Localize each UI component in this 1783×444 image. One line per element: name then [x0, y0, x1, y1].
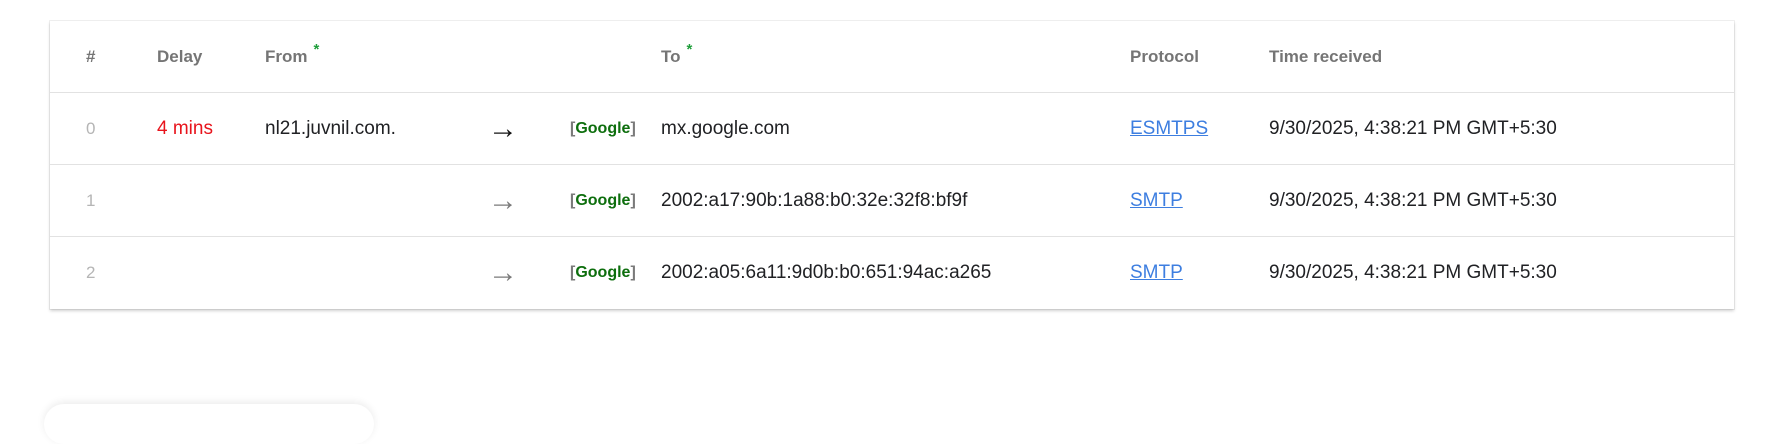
- header-from: From *: [265, 21, 319, 92]
- provider-badge: [Google]: [570, 165, 636, 236]
- badge-bracket-close: ]: [630, 264, 636, 281]
- hop-time-received: 9/30/2025, 4:38:21 PM GMT+5:30: [1269, 117, 1557, 139]
- received-headers-table: # Delay From * To * Protocol Time receiv…: [50, 21, 1734, 309]
- hop-protocol: SMTP: [1130, 165, 1183, 236]
- hop-index: 0: [86, 118, 96, 138]
- header-to-label: To: [661, 46, 681, 66]
- hop-index: 1: [86, 190, 96, 210]
- table-row: 0 4 mins nl21.juvnil.com. → [Google] mx.…: [50, 93, 1734, 165]
- right-arrow-icon: →: [488, 256, 518, 289]
- hop-index: 2: [86, 263, 96, 282]
- collapsed-panel-edge: [44, 404, 374, 444]
- badge-bracket-close: ]: [630, 119, 636, 137]
- hop-to: 2002:a17:90b:1a88:b0:32e:32f8:bf9f: [661, 189, 968, 211]
- protocol-link[interactable]: SMTP: [1130, 190, 1183, 212]
- header-number: #: [86, 46, 96, 66]
- badge-bracket-close: ]: [630, 191, 636, 209]
- provider-badge: [Google]: [570, 93, 636, 164]
- right-arrow-icon: →: [488, 183, 518, 217]
- badge-provider-name: Google: [575, 191, 631, 209]
- hop-delay: 4 mins: [157, 117, 213, 139]
- header-protocol: Protocol: [1130, 46, 1199, 66]
- required-marker: *: [686, 41, 693, 58]
- hop-from: nl21.juvnil.com.: [265, 117, 396, 139]
- hop-time-received: 9/30/2025, 4:38:21 PM GMT+5:30: [1269, 262, 1557, 283]
- table-row: 1 → [Google] 2002:a17:90b:1a88:b0:32e:32…: [50, 165, 1734, 237]
- hop-to: mx.google.com: [661, 117, 790, 139]
- protocol-link[interactable]: ESMTPS: [1130, 118, 1208, 140]
- hop-protocol: SMTP: [1130, 237, 1183, 309]
- badge-provider-name: Google: [575, 264, 631, 281]
- hop-to: 2002:a05:6a11:9d0b:b0:651:94ac:a265: [661, 262, 992, 283]
- protocol-link[interactable]: SMTP: [1130, 262, 1183, 284]
- header-to: To *: [661, 21, 692, 92]
- hop-time-received: 9/30/2025, 4:38:21 PM GMT+5:30: [1269, 189, 1557, 211]
- header-from-label: From: [265, 46, 308, 66]
- table-header-row: # Delay From * To * Protocol Time receiv…: [50, 21, 1734, 93]
- hop-protocol: ESMTPS: [1130, 93, 1208, 164]
- required-marker: *: [313, 41, 320, 58]
- table-row: 2 → [Google] 2002:a05:6a11:9d0b:b0:651:9…: [50, 237, 1734, 309]
- provider-badge: [Google]: [570, 237, 636, 309]
- header-time-received: Time received: [1269, 46, 1383, 66]
- badge-provider-name: Google: [575, 119, 631, 137]
- header-delay: Delay: [157, 46, 203, 66]
- right-arrow-icon: →: [488, 111, 518, 145]
